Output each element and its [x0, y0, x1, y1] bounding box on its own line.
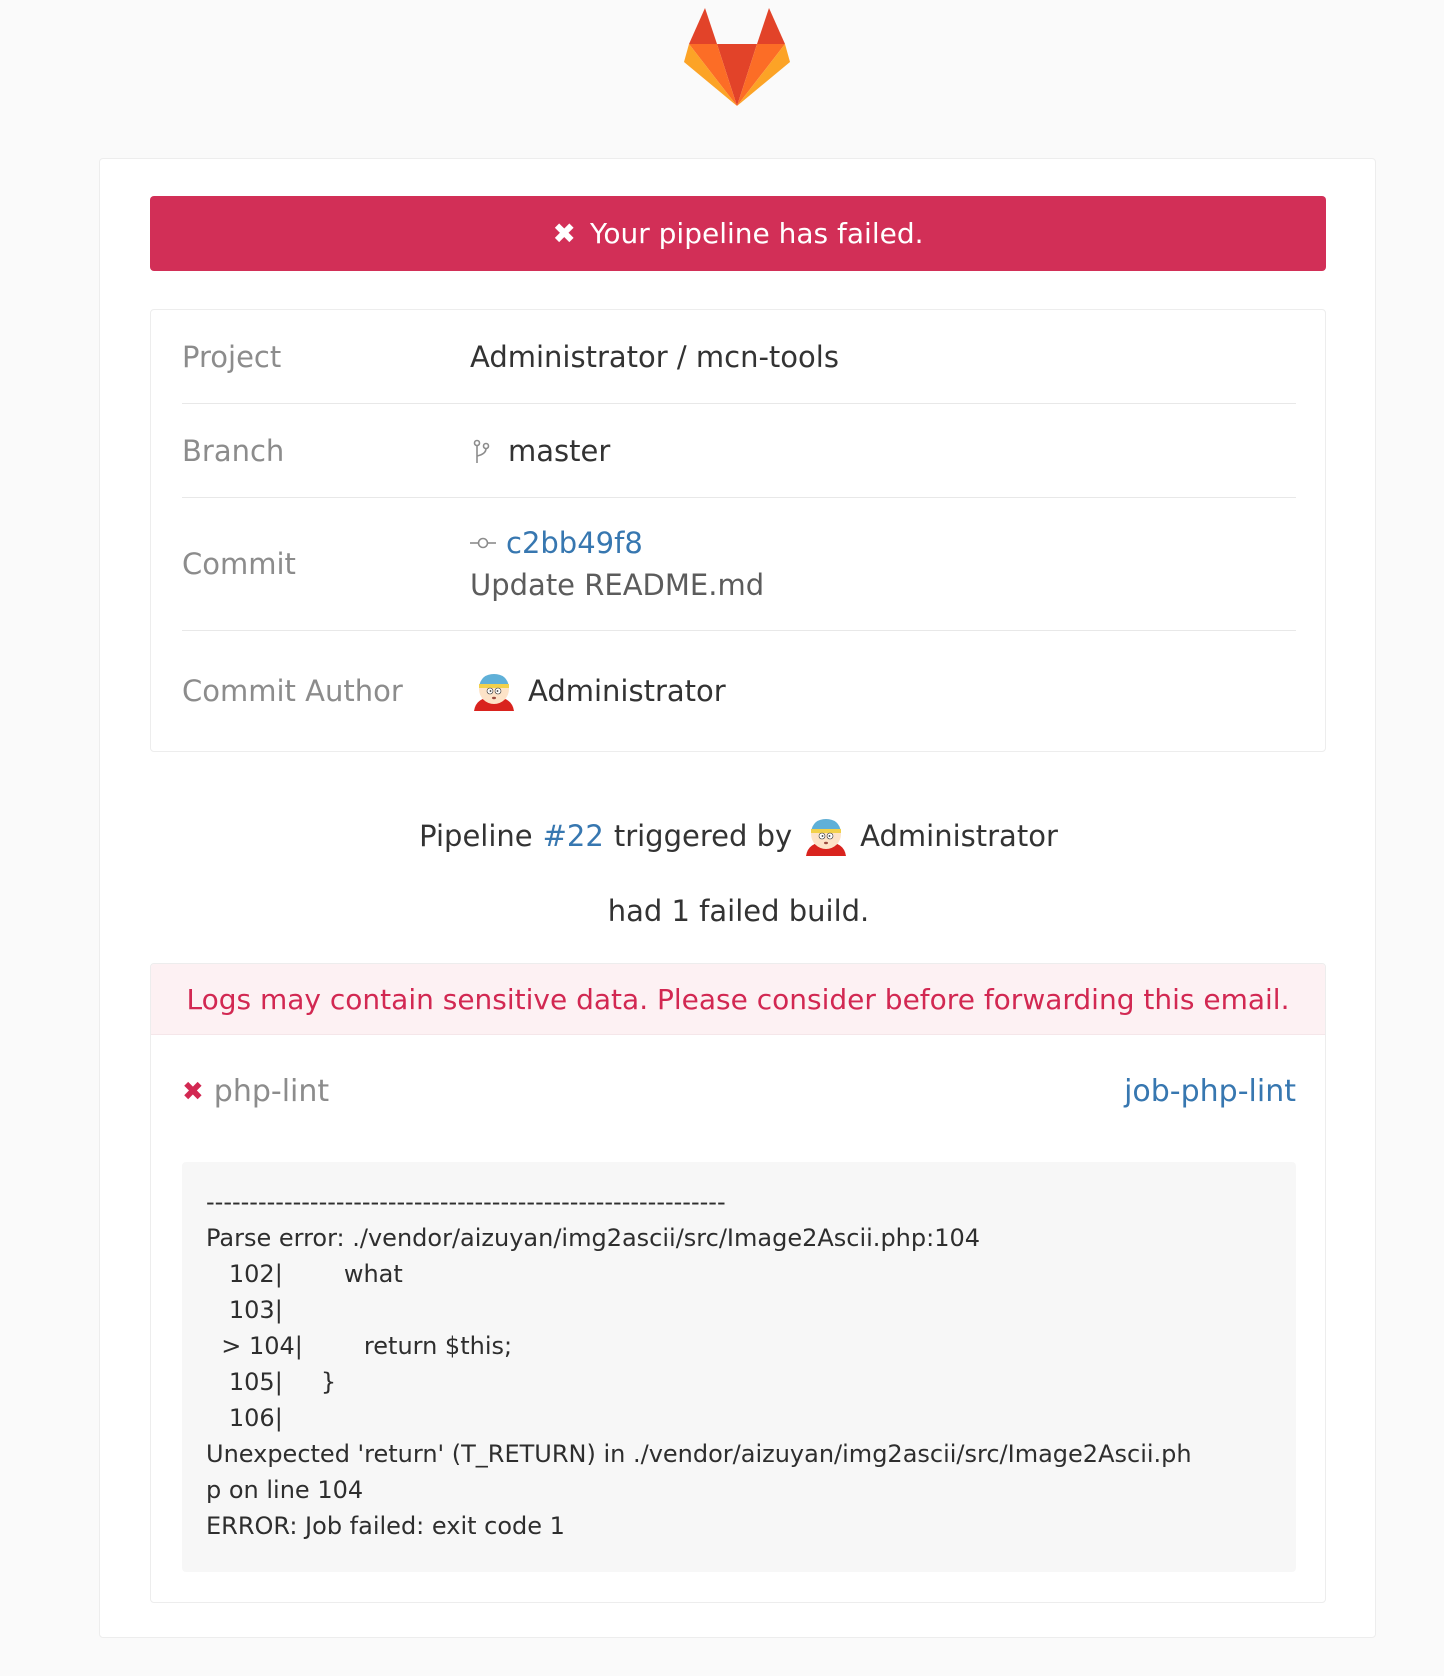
pipeline-result: had 1 failed build.: [607, 894, 870, 928]
commit-label: Commit: [182, 547, 296, 581]
branch-icon: [473, 439, 490, 463]
email-card: ✖ Your pipeline has failed. Project Admi…: [99, 158, 1376, 1638]
job-failed-x-icon: ✖: [182, 1076, 204, 1107]
trigger-user[interactable]: Administrator: [860, 819, 1058, 853]
author-row: Commit Author Administrator: [182, 631, 1296, 751]
branch-value[interactable]: master: [508, 434, 610, 468]
avatar: [806, 819, 847, 856]
log-line: Unexpected 'return' (T_RETURN) in ./vend…: [206, 1440, 1192, 1468]
log-line: ERROR: Job failed: exit code 1: [206, 1512, 565, 1540]
project-value[interactable]: Administrator / mcn-tools: [470, 340, 839, 374]
x-icon: ✖: [552, 217, 576, 250]
gitlab-logo-icon: [684, 8, 790, 106]
branch-row: Branch master: [182, 404, 1296, 498]
avatar: [474, 674, 514, 711]
log-line: > 104| return $this;: [206, 1332, 513, 1360]
job-log: ----------------------------------------…: [182, 1162, 1296, 1572]
commit-message: Update README.md: [470, 568, 765, 602]
job-name: php-lint: [213, 1074, 330, 1109]
project-label: Project: [182, 339, 282, 374]
pipeline-summary: Pipeline #22 triggered by Administrator: [100, 809, 1377, 863]
sensitive-data-warning: Logs may contain sensitive data. Please …: [151, 964, 1325, 1035]
triggered-by-text: triggered by: [613, 819, 793, 853]
author-name[interactable]: Administrator: [528, 674, 726, 708]
pipeline-id-link[interactable]: #22: [543, 819, 604, 853]
author-label: Commit Author: [182, 674, 403, 708]
banner-text: Your pipeline has failed.: [589, 217, 924, 250]
log-line: 102| what: [206, 1260, 403, 1288]
pipeline-failed-banner: ✖ Your pipeline has failed.: [150, 196, 1326, 271]
commit-icon: [470, 537, 496, 549]
job-link[interactable]: job-php-lint: [1124, 1074, 1296, 1109]
log-line: Parse error: ./vendor/aizuyan/img2ascii/…: [206, 1224, 981, 1252]
pipeline-info-table: Project Administrator / mcn-tools Branch…: [150, 309, 1326, 752]
pipeline-prefix: Pipeline: [419, 819, 533, 853]
log-line: 105| }: [206, 1368, 337, 1396]
log-line: p on line 104: [206, 1476, 364, 1504]
commit-row: Commit c2bb49f8 Update README.md: [182, 498, 1296, 631]
project-row: Project Administrator / mcn-tools: [182, 310, 1296, 404]
branch-label: Branch: [182, 433, 285, 468]
log-line: 103|: [206, 1296, 283, 1324]
log-line: 106|: [206, 1404, 283, 1432]
failed-job-section: Logs may contain sensitive data. Please …: [150, 963, 1326, 1603]
job-header: ✖ php-lint job-php-lint: [182, 1074, 1296, 1109]
log-line: ----------------------------------------…: [206, 1188, 726, 1216]
commit-sha-link[interactable]: c2bb49f8: [506, 526, 643, 560]
